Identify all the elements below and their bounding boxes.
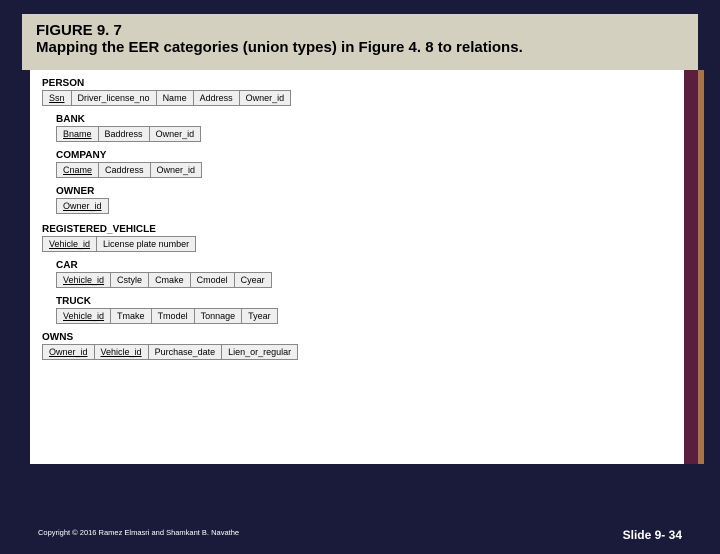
relation-name: CAR xyxy=(56,260,674,271)
col: Cyear xyxy=(235,273,271,287)
figure-caption: Mapping the EER categories (union types)… xyxy=(36,39,684,58)
relation-name: OWNS xyxy=(42,332,674,343)
col: Cname xyxy=(57,163,99,177)
relation-table: Vehicle_id License plate number xyxy=(42,236,196,252)
relation-table: Owner_id Vehicle_id Purchase_date Lien_o… xyxy=(42,344,298,360)
col: Tonnage xyxy=(195,309,243,323)
col: Name xyxy=(157,91,194,105)
col: Owner_id xyxy=(43,345,95,359)
col: Vehicle_id xyxy=(95,345,149,359)
relation-bank: BANK Bname Baddress Owner_id xyxy=(42,114,674,142)
col: Owner_id xyxy=(151,163,202,177)
relation-table: Cname Caddress Owner_id xyxy=(56,162,202,178)
col: Owner_id xyxy=(150,127,201,141)
col: Lien_or_regular xyxy=(222,345,297,359)
relation-owner: OWNER Owner_id xyxy=(42,186,674,214)
relation-name: TRUCK xyxy=(56,296,674,307)
relation-name: REGISTERED_VEHICLE xyxy=(42,224,674,235)
col: Baddress xyxy=(99,127,150,141)
relation-name: OWNER xyxy=(56,186,674,197)
relation-car: CAR Vehicle_id Cstyle Cmake Cmodel Cyear xyxy=(42,260,674,288)
col: Tyear xyxy=(242,309,277,323)
col: Vehicle_id xyxy=(57,309,111,323)
col: Vehicle_id xyxy=(57,273,111,287)
col: Driver_license_no xyxy=(72,91,157,105)
relation-truck: TRUCK Vehicle_id Tmake Tmodel Tonnage Ty… xyxy=(42,296,674,324)
col: Address xyxy=(194,91,240,105)
relation-name: BANK xyxy=(56,114,674,125)
col: Tmodel xyxy=(152,309,195,323)
col: Owner_id xyxy=(240,91,291,105)
figure-body: PERSON Ssn Driver_license_no Name Addres… xyxy=(30,70,698,464)
relation-table: Vehicle_id Tmake Tmodel Tonnage Tyear xyxy=(56,308,278,324)
col: Cmake xyxy=(149,273,191,287)
relation-name: COMPANY xyxy=(56,150,674,161)
relation-name: PERSON xyxy=(42,78,674,89)
relation-owns: OWNS Owner_id Vehicle_id Purchase_date L… xyxy=(42,332,674,360)
col: Caddress xyxy=(99,163,151,177)
relation-registered-vehicle: REGISTERED_VEHICLE Vehicle_id License pl… xyxy=(42,224,674,252)
relation-company: COMPANY Cname Caddress Owner_id xyxy=(42,150,674,178)
col: Tmake xyxy=(111,309,152,323)
col: License plate number xyxy=(97,237,195,251)
col: Cmodel xyxy=(191,273,235,287)
col: Ssn xyxy=(43,91,72,105)
col: Vehicle_id xyxy=(43,237,97,251)
col: Cstyle xyxy=(111,273,149,287)
relation-table: Vehicle_id Cstyle Cmake Cmodel Cyear xyxy=(56,272,272,288)
relation-table: Ssn Driver_license_no Name Address Owner… xyxy=(42,90,291,106)
figure-number: FIGURE 9. 7 xyxy=(36,22,684,39)
relation-table: Owner_id xyxy=(56,198,109,214)
relation-table: Bname Baddress Owner_id xyxy=(56,126,201,142)
col: Purchase_date xyxy=(149,345,223,359)
title-area: FIGURE 9. 7 Mapping the EER categories (… xyxy=(22,14,698,70)
col: Owner_id xyxy=(57,199,108,213)
relation-person: PERSON Ssn Driver_license_no Name Addres… xyxy=(42,78,674,106)
col: Bname xyxy=(57,127,99,141)
